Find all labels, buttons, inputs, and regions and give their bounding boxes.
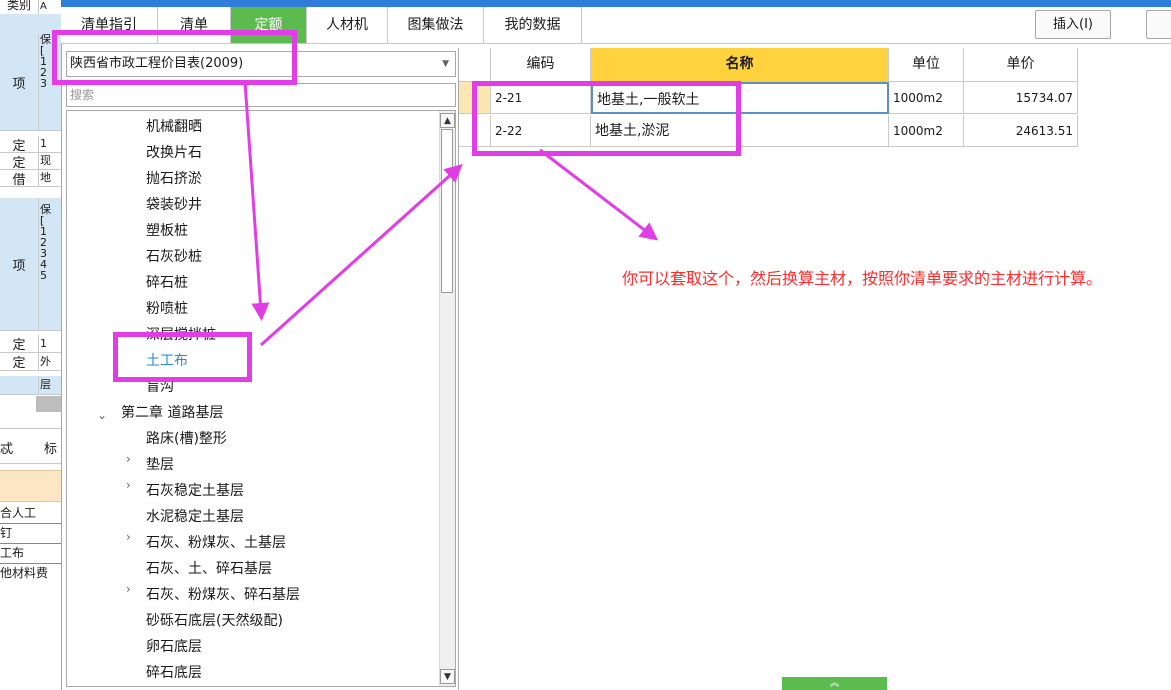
table-header-row: 类别 A: [0, 0, 61, 15]
chevron-right-icon[interactable]: ›: [126, 582, 131, 596]
tab-labor-material-machine[interactable]: 人材机: [307, 7, 388, 43]
tree-item[interactable]: 路床(槽)整形: [146, 426, 227, 452]
tree-item[interactable]: 改换片石: [146, 140, 202, 166]
resource-item[interactable]: 工布: [0, 544, 61, 564]
chevron-right-icon[interactable]: ›: [126, 478, 131, 492]
table-row[interactable]: 项 保 [ 1 2 3 4 5: [0, 198, 61, 331]
tree-item[interactable]: 垫层: [146, 452, 174, 478]
table-row[interactable]: 定 1: [0, 136, 61, 154]
tree-item[interactable]: 粉喷桩: [146, 296, 188, 322]
tree-chapter[interactable]: 第二章 道路基层: [121, 400, 223, 426]
resource-item[interactable]: 他材料费: [0, 564, 61, 583]
search-placeholder: 搜索: [70, 88, 95, 102]
column-header-price[interactable]: 单价: [964, 48, 1078, 82]
table-row[interactable]: 定 1: [0, 335, 61, 353]
header-marker: A: [40, 1, 47, 12]
tree-item[interactable]: 石灰稳定土基层: [146, 478, 244, 504]
tree-item[interactable]: 石灰、粉煤灰、碎石基层: [146, 582, 300, 608]
tree-item[interactable]: 机械翻晒: [146, 114, 202, 140]
table-row[interactable]: 借 地: [0, 170, 61, 188]
collapse-handle[interactable]: ︽: [782, 677, 887, 690]
tree-item[interactable]: 石灰、粉煤灰、土基层: [146, 530, 286, 556]
cell-price[interactable]: 24613.51: [964, 115, 1078, 147]
toolbar-button-partial[interactable]: [1146, 10, 1171, 39]
search-input[interactable]: 搜索: [66, 83, 456, 107]
highlight-library-select: [52, 30, 297, 85]
tree-vertical-scrollbar[interactable]: ▲ ▼: [439, 111, 455, 686]
tree-item[interactable]: 塑板桩: [146, 218, 188, 244]
highlight-geotextile-item: [113, 332, 252, 382]
cell-price[interactable]: 15734.07: [964, 82, 1078, 114]
tree-item[interactable]: 石灰砂桩: [146, 244, 202, 270]
quota-chapter-tree: 机械翻晒 改换片石 抛石挤淤 袋装砂井 塑板桩 石灰砂桩 碎石桩 粉喷桩 深层搅…: [66, 110, 456, 687]
table-row[interactable]: 定 外: [0, 353, 61, 371]
tree-item[interactable]: 抛石挤淤: [146, 166, 202, 192]
tree-item[interactable]: 砂砾石底层(天然级配): [146, 608, 283, 634]
highlight-matching-quotas: [472, 81, 741, 156]
column-header-name[interactable]: 名称: [591, 48, 889, 82]
tree-item[interactable]: 石灰、土、碎石基层: [146, 556, 272, 582]
tree-item[interactable]: 水泥稳定土基层: [146, 504, 244, 530]
scroll-thumb[interactable]: [441, 129, 453, 293]
tree-item[interactable]: 袋装砂井: [146, 192, 202, 218]
horizontal-scrollbar[interactable]: [36, 396, 61, 412]
resource-header-band: [0, 470, 61, 502]
resource-item[interactable]: 合人工: [0, 504, 61, 524]
column-header-unit[interactable]: 单位: [889, 48, 964, 82]
tab-atlas-method[interactable]: 图集做法: [388, 7, 484, 43]
scroll-down-icon[interactable]: ▼: [440, 669, 455, 684]
tree-item[interactable]: 碎石桩: [146, 270, 188, 296]
tree-item[interactable]: 碎石底层: [146, 660, 202, 686]
lower-tab[interactable]: 忒: [0, 438, 13, 457]
insert-button[interactable]: 插入(I): [1035, 10, 1111, 39]
annotation-note: 你可以套取这个，然后换算主材，按照你清单要求的主材进行计算。: [622, 269, 1103, 288]
scroll-up-icon[interactable]: ▲: [440, 113, 455, 128]
table-row[interactable]: 层: [0, 376, 61, 395]
chevron-right-icon[interactable]: ›: [126, 530, 131, 544]
tree-item[interactable]: 卵石底层: [146, 634, 202, 660]
chevron-down-icon: ▼: [442, 59, 449, 69]
header-type: 类别: [0, 0, 39, 14]
lower-tab-strip: 忒 标: [0, 428, 61, 464]
window-title-band: [61, 0, 1171, 7]
cell-unit[interactable]: 1000m2: [889, 115, 964, 147]
resource-item[interactable]: 钉: [0, 524, 61, 544]
background-table-strip: 类别 A 项 保 [ 1 2 3 定 1 定 现 借 地 项 保 [ 1 2 3…: [0, 0, 62, 690]
grid-corner: [459, 48, 491, 82]
lower-tab[interactable]: 标: [44, 438, 57, 457]
chevron-down-icon[interactable]: ⌄: [97, 408, 107, 422]
table-row[interactable]: 定 现: [0, 153, 61, 171]
cell-unit[interactable]: 1000m2: [889, 82, 964, 114]
column-header-code[interactable]: 编码: [491, 48, 591, 82]
chevron-right-icon[interactable]: ›: [126, 452, 131, 466]
tab-my-data[interactable]: 我的数据: [484, 7, 582, 43]
